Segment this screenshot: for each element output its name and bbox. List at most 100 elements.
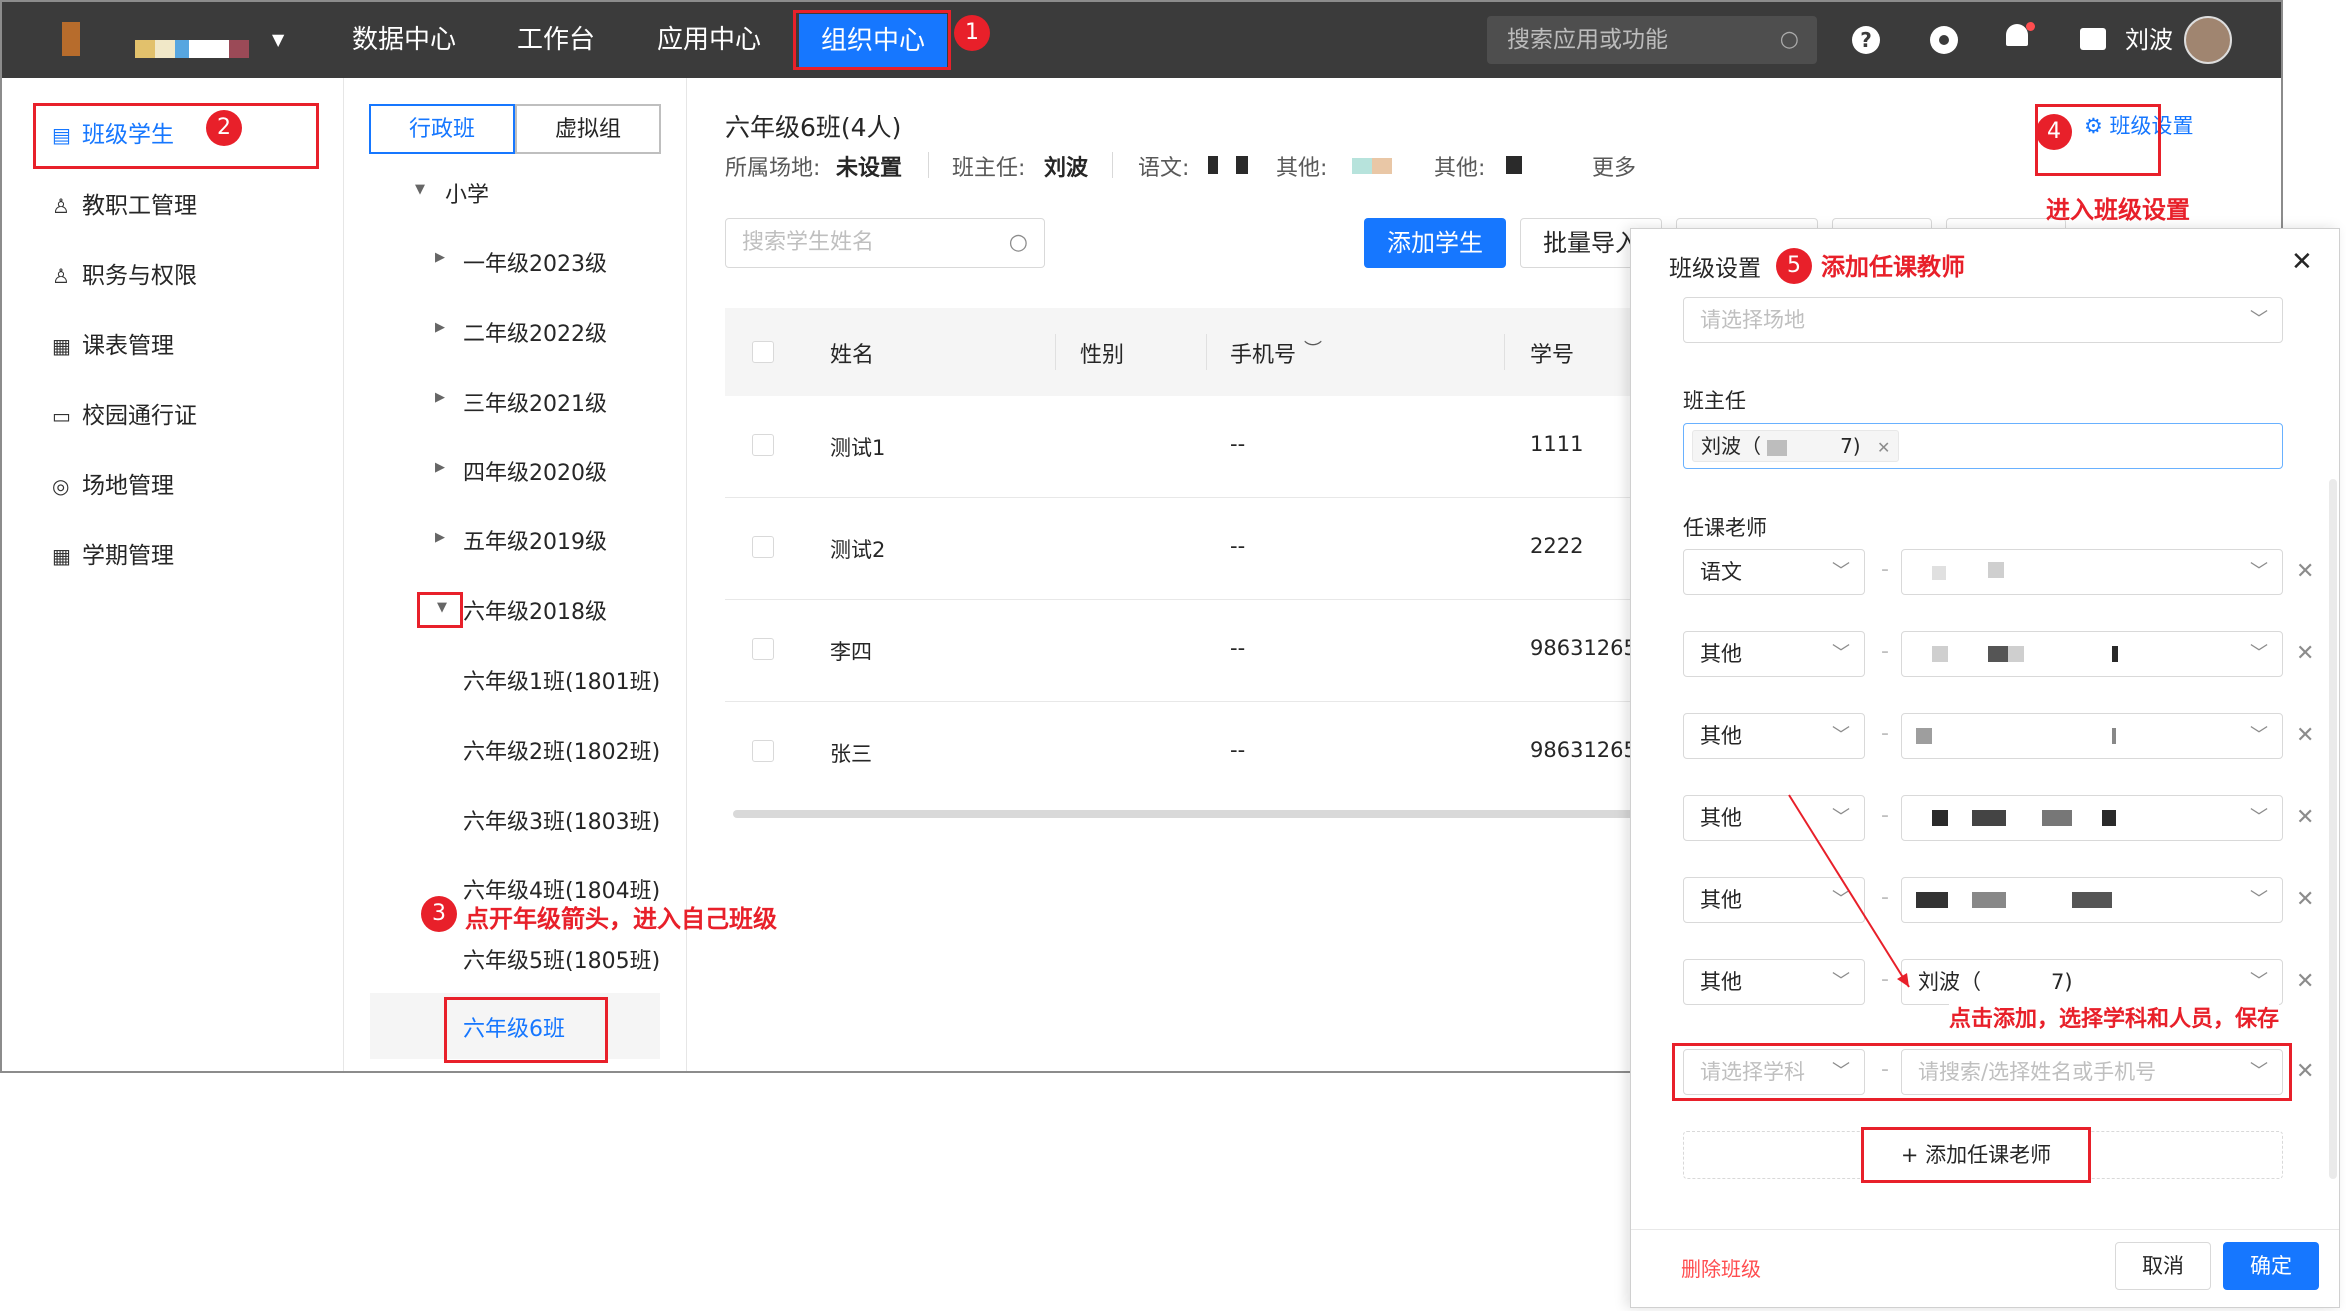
sidebar-item-roles[interactable]: ♙ 职务与权限 bbox=[52, 256, 197, 296]
add-student-button[interactable]: 添加学生 bbox=[1364, 218, 1506, 268]
column-name: 姓名 bbox=[830, 343, 875, 368]
caret-right-icon[interactable]: ▶ bbox=[435, 530, 445, 545]
sidebar-item-campus-pass[interactable]: ▭ 校园通行证 bbox=[52, 396, 197, 436]
blurred-name bbox=[1506, 156, 1522, 174]
caret-right-icon[interactable]: ▶ bbox=[435, 320, 445, 335]
search-icon[interactable]: ○ bbox=[1009, 219, 1028, 267]
teacher-person-select[interactable]: ﹀ bbox=[1901, 549, 2283, 595]
more-link[interactable]: 更多 bbox=[1592, 150, 1636, 182]
drawer-scrollbar[interactable] bbox=[2329, 479, 2337, 1179]
teacher-person-select[interactable]: ﹀ bbox=[1901, 713, 2283, 759]
sidebar-item-staff[interactable]: ♙ 教职工管理 bbox=[52, 186, 197, 226]
sidebar-item-timetable[interactable]: ▦ 课表管理 bbox=[52, 326, 174, 366]
row-checkbox[interactable] bbox=[752, 536, 774, 558]
class-settings-drawer: 班级设置 5 添加任课教师 ✕ 请选择场地 ﹀ 班主任 刘波（ 7) ✕ 任课老… bbox=[1630, 228, 2340, 1308]
teacher-person-select[interactable]: 刘波（ 7) ﹀ bbox=[1901, 959, 2283, 1005]
student-search-input[interactable]: 搜索学生姓名 ○ bbox=[725, 218, 1045, 268]
row-checkbox[interactable] bbox=[752, 740, 774, 762]
row-student-no: 1111 bbox=[1530, 432, 1584, 456]
head-teacher-select[interactable]: 刘波（ 7) ✕ bbox=[1683, 423, 2283, 469]
head-teacher-label: 班主任: bbox=[952, 156, 1026, 181]
tree-class-1803[interactable]: 六年级3班(1803班) bbox=[463, 804, 660, 836]
close-icon[interactable]: ✕ bbox=[2291, 247, 2313, 277]
tree-grade-6[interactable]: 六年级2018级 bbox=[463, 594, 607, 626]
chevron-down-icon: ﹀ bbox=[2250, 971, 2268, 992]
chevron-down-icon: ﹀ bbox=[2250, 889, 2268, 910]
sidebar-item-venues[interactable]: ◎ 场地管理 bbox=[52, 466, 174, 506]
chevron-down-icon: ﹀ bbox=[2250, 309, 2268, 330]
teacher-subject-select[interactable]: 语文 ﹀ bbox=[1683, 549, 1865, 595]
tree-grade-3[interactable]: 三年级2021级 bbox=[463, 386, 607, 418]
school-switch-dropdown-icon[interactable]: ▼ bbox=[272, 2, 284, 78]
column-student-no: 学号 bbox=[1530, 343, 1575, 368]
teacher-person-select[interactable]: ﹀ bbox=[1901, 631, 2283, 677]
remove-row-icon[interactable]: ✕ bbox=[2296, 641, 2314, 666]
nav-data-center[interactable]: 数据中心 bbox=[352, 2, 456, 78]
nav-app-center[interactable]: 应用中心 bbox=[657, 2, 761, 78]
caret-right-icon[interactable]: ▶ bbox=[435, 460, 445, 475]
caret-right-icon[interactable]: ▶ bbox=[435, 250, 445, 265]
teacher-subject-select[interactable]: 其他 ﹀ bbox=[1683, 631, 1865, 677]
drawer-title: 班级设置 bbox=[1669, 256, 1761, 282]
confirm-button[interactable]: 确定 bbox=[2223, 1242, 2319, 1290]
site-select[interactable]: 请选择场地 ﹀ bbox=[1683, 297, 2283, 343]
tab-admin-class[interactable]: 行政班 bbox=[369, 104, 515, 154]
location-icon: ◎ bbox=[52, 474, 70, 498]
avatar[interactable] bbox=[2184, 16, 2232, 64]
tree-grade-4[interactable]: 四年级2020级 bbox=[463, 455, 607, 487]
tag-remove-icon[interactable]: ✕ bbox=[1877, 438, 1890, 457]
remove-row-icon[interactable]: ✕ bbox=[2296, 887, 2314, 912]
bell-icon[interactable] bbox=[2006, 22, 2035, 52]
sidebar-item-terms[interactable]: ▦ 学期管理 bbox=[52, 536, 174, 576]
tree-grade-5[interactable]: 五年级2019级 bbox=[463, 524, 607, 556]
tree-grade-2[interactable]: 二年级2022级 bbox=[463, 316, 607, 348]
blurred-name bbox=[1208, 156, 1218, 174]
remove-row-icon[interactable]: ✕ bbox=[2296, 805, 2314, 830]
row-checkbox[interactable] bbox=[752, 434, 774, 456]
teacher-subject-value: 语文 bbox=[1700, 560, 1742, 584]
search-icon[interactable]: ○ bbox=[1780, 16, 1799, 64]
annotation-note-5: 添加任课教师 bbox=[1821, 253, 1965, 281]
settings-icon[interactable] bbox=[1930, 26, 1958, 54]
remove-row-icon[interactable]: ✕ bbox=[2296, 969, 2314, 994]
class-title: 六年级6班(4人) bbox=[725, 113, 902, 142]
tree-root-primary[interactable]: 小学 bbox=[445, 177, 489, 209]
select-all-checkbox[interactable] bbox=[752, 341, 774, 363]
teacher-subject-value: 其他 bbox=[1700, 970, 1742, 994]
message-icon[interactable] bbox=[2080, 28, 2106, 50]
tree-grade-1[interactable]: 一年级2023级 bbox=[463, 246, 607, 278]
table-horizontal-scrollbar[interactable] bbox=[733, 810, 1683, 818]
row-name: 张三 bbox=[830, 742, 872, 766]
question-circle-icon[interactable]: ? bbox=[1852, 26, 1880, 54]
add-teacher-button[interactable]: + 添加任课老师 bbox=[1861, 1127, 2091, 1183]
tree-class-1802[interactable]: 六年级2班(1802班) bbox=[463, 734, 660, 766]
teachers-field-label: 任课老师 bbox=[1683, 516, 1767, 540]
sidebar-item-label: 教职工管理 bbox=[82, 193, 197, 219]
chevron-down-icon: ﹀ bbox=[1832, 643, 1850, 664]
row-gender: -- bbox=[1230, 738, 1246, 762]
remove-row-icon[interactable]: ✕ bbox=[2296, 1059, 2314, 1084]
nav-workbench[interactable]: 工作台 bbox=[517, 2, 595, 78]
caret-right-icon[interactable]: ▶ bbox=[435, 390, 445, 405]
row-gender: -- bbox=[1230, 636, 1246, 660]
teacher-subject-select[interactable]: 其他 ﹀ bbox=[1683, 713, 1865, 759]
tree-class-1801[interactable]: 六年级1班(1801班) bbox=[463, 664, 660, 696]
teacher-person-select[interactable]: ﹀ bbox=[1901, 795, 2283, 841]
tree-class-1805[interactable]: 六年级5班(1805班) bbox=[463, 943, 660, 975]
annotation-note-4: 进入班级设置 bbox=[2046, 196, 2190, 224]
row-checkbox[interactable] bbox=[752, 638, 774, 660]
school-name-blurred bbox=[135, 40, 155, 58]
caret-down-icon[interactable]: ▼ bbox=[415, 182, 425, 197]
global-search-placeholder: 搜索应用或功能 bbox=[1507, 27, 1668, 53]
tab-virtual-group[interactable]: 虚拟组 bbox=[515, 104, 661, 154]
remove-row-icon[interactable]: ✕ bbox=[2296, 559, 2314, 584]
user-name[interactable]: 刘波 bbox=[2125, 2, 2173, 78]
remove-row-icon[interactable]: ✕ bbox=[2296, 723, 2314, 748]
delete-class-link[interactable]: 删除班级 bbox=[1681, 1253, 1761, 1282]
annotation-step-4: 4 bbox=[2036, 114, 2072, 150]
annotation-step-1: 1 bbox=[954, 15, 990, 51]
teacher-person-select[interactable]: ﹀ bbox=[1901, 877, 2283, 923]
eye-closed-icon[interactable]: ︶ bbox=[1304, 336, 1322, 362]
global-search-input[interactable]: 搜索应用或功能 ○ bbox=[1487, 16, 1817, 64]
cancel-button[interactable]: 取消 bbox=[2115, 1242, 2211, 1290]
